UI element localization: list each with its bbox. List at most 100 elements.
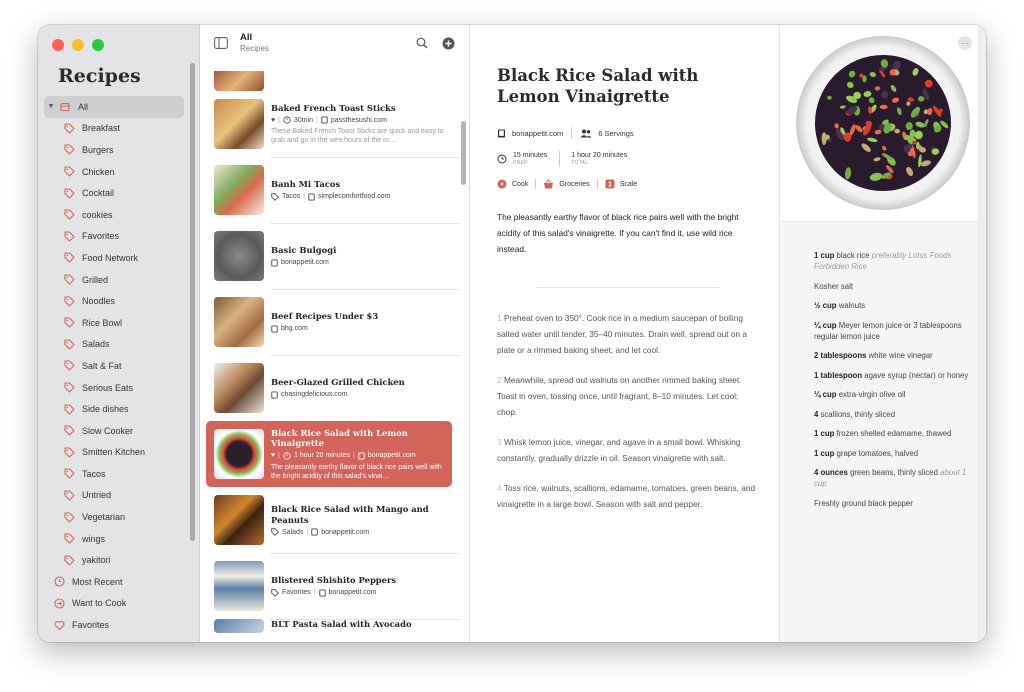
list-title: All — [240, 32, 253, 43]
sidebar-item-tag[interactable]: wings — [44, 528, 184, 550]
minimize-window-button[interactable] — [72, 39, 84, 51]
sidebar-item-tag[interactable]: Side dishes — [44, 398, 184, 420]
recipe-meta: 1 hour 20 minutes — [293, 452, 351, 459]
tag-icon — [62, 510, 76, 524]
tag-icon — [62, 359, 76, 373]
sidebar-item-tag[interactable]: Cocktail — [44, 182, 184, 204]
sidebar-item-tag[interactable]: Salads — [44, 334, 184, 356]
scale-button[interactable]: Scale — [620, 181, 638, 188]
sidebar-item-tag[interactable]: Favorites — [44, 226, 184, 248]
clock-icon — [52, 575, 66, 589]
list-item[interactable] — [200, 61, 460, 91]
recipe-meta: 30min — [293, 116, 314, 124]
recipe-meta: bonappetit.com — [281, 259, 329, 267]
ingredient-item: 1 cup black rice preferably Lotus Foods … — [814, 250, 974, 272]
sidebar-item-smart-folder[interactable]: Favorites — [44, 614, 184, 636]
tag-icon — [62, 467, 76, 481]
sidebar-item-label: Serious Eats — [82, 382, 134, 393]
ingredient-item: 4 scallions, thinly sliced — [814, 409, 974, 420]
list-item-selected[interactable]: Black Rice Salad with Lemon Vinaigrette ♥… — [206, 421, 452, 487]
sidebar-item-tag[interactable]: Salt & Fat — [44, 355, 184, 377]
ingredient-item: 1 cup frozen shelled edamame, thawed — [814, 428, 974, 439]
tag-icon — [62, 273, 76, 287]
sidebar-item-label: Side dishes — [82, 404, 129, 415]
list-item[interactable]: Blistered Shishito Peppers Favorites | bona… — [200, 553, 460, 619]
recipe-card-meta: Salads | bonappetit.com — [271, 528, 452, 536]
sidebar-title: Recipes — [58, 65, 141, 87]
list-item[interactable]: BLT Pasta Salad with Avocado — [200, 619, 460, 639]
tag-icon — [62, 208, 76, 222]
recipe-meta: Favorites — [282, 589, 311, 597]
list-item[interactable]: Beer-Glazed Grilled Chicken chasingdelici… — [200, 355, 460, 421]
sidebar-item-tag[interactable]: Vegetarian — [44, 506, 184, 528]
ingredient-quantity: 1 tablespoon — [814, 370, 863, 380]
sidebar-item-tag[interactable]: Slow Cooker — [44, 420, 184, 442]
list-item[interactable]: Banh Mi Tacos Tacos | simplecomfortfood.com — [200, 157, 460, 223]
sidebar-item-tag[interactable]: Breakfast — [44, 118, 184, 140]
add-recipe-icon[interactable] — [439, 34, 457, 52]
sidebar-item-all[interactable]: ▼ All — [44, 96, 184, 118]
list-scrollbar[interactable] — [461, 121, 466, 185]
ingredients-scrollbar[interactable] — [978, 25, 986, 642]
recipe-step: 3 Whisk lemon juice, vinegar, and agave … — [497, 434, 759, 466]
sidebar-item-smart-folder[interactable]: Want to Cook — [44, 593, 184, 615]
sidebar-item-label: cookies — [82, 209, 113, 220]
tag-icon — [62, 294, 76, 308]
list-item[interactable]: Basic Bulgogi bonappetit.com — [200, 223, 460, 289]
step-text: Toss rice, walnuts, scallions, edamame, … — [497, 483, 756, 509]
cook-button[interactable]: Cook — [512, 181, 528, 188]
tag-icon — [271, 589, 279, 597]
recipe-card-title: Basic Bulgogi — [271, 245, 337, 256]
sidebar-item-label: Favorites — [82, 231, 120, 242]
recipe-thumbnail — [214, 71, 264, 91]
sidebar-item-tag[interactable]: Smitten Kitchen — [44, 442, 184, 464]
recipe-source-link[interactable]: bonappetit.com — [512, 129, 563, 138]
book-icon — [271, 259, 278, 267]
sidebar-scrollbar[interactable] — [190, 63, 195, 541]
sidebar-item-tag[interactable]: Burgers — [44, 139, 184, 161]
search-icon[interactable] — [413, 34, 431, 52]
list-item[interactable]: Baked French Toast Sticks ♥ | 30min | passthe… — [200, 91, 460, 157]
sidebar-item-tag[interactable]: Noodles — [44, 290, 184, 312]
tray-icon — [58, 100, 72, 114]
sidebar-item-tag[interactable]: Grilled — [44, 269, 184, 291]
zoom-window-button[interactable] — [92, 39, 104, 51]
book-icon — [321, 116, 328, 124]
list-item[interactable]: Black Rice Salad with Mango and Peanuts S… — [200, 487, 460, 553]
ingredient-item: ¼ cup Meyer lemon juice or 3 tablespoons… — [814, 320, 974, 342]
sidebar-item-tag[interactable]: cookies — [44, 204, 184, 226]
sidebar-item-tag[interactable]: yakitori — [44, 549, 184, 571]
ingredient-text: Kosher salt — [814, 281, 854, 291]
favorite-heart-icon: ♥ — [271, 452, 276, 459]
recipe-servings[interactable]: 6 Servings — [598, 129, 633, 138]
sidebar-item-tag[interactable]: Untried — [44, 485, 184, 507]
recipe-card-meta: ♥ | 1 hour 20 minutes | bonappetit.com — [271, 451, 416, 460]
ingredient-quantity: 4 ounces — [814, 468, 848, 477]
sidebar-item-tag[interactable]: Tacos — [44, 463, 184, 485]
sidebar-item-tag[interactable]: Food Network — [44, 247, 184, 269]
list-item[interactable]: Beef Recipes Under $3 bhg.com — [200, 289, 460, 355]
tag-icon — [62, 381, 76, 395]
sidebar-toggle-icon[interactable] — [212, 34, 230, 52]
ingredient-quantity: 1 cup — [814, 429, 835, 438]
recipe-card-meta: Favorites | bonappetit.com — [271, 589, 452, 597]
recipe-thumbnail — [214, 619, 264, 633]
heart-icon — [52, 618, 66, 632]
sidebar-item-tag[interactable]: Rice Bowl — [44, 312, 184, 334]
recipe-step: 4 Toss rice, walnuts, scallions, edamame… — [497, 480, 759, 512]
chevron-down-icon[interactable]: ▼ — [44, 103, 58, 110]
sidebar-item-tag[interactable]: Chicken — [44, 161, 184, 183]
recipe-meta: bhg.com — [281, 325, 308, 333]
sidebar-item-label: Cocktail — [82, 188, 115, 199]
ingredient-item: ½ cup walnuts — [814, 300, 974, 311]
recipe-card-title: Black Rice Salad with Lemon Vinaigrette — [271, 427, 408, 449]
prep-label: PREP — [513, 160, 528, 166]
more-options-button[interactable]: ··· — [958, 36, 972, 50]
book-icon — [271, 391, 278, 399]
recipe-card-meta: chasingdelicious.com — [271, 391, 452, 399]
groceries-button[interactable]: Groceries — [559, 181, 589, 188]
close-window-button[interactable] — [52, 39, 64, 51]
book-icon — [311, 528, 318, 536]
sidebar-item-smart-folder[interactable]: Most Recent — [44, 571, 184, 593]
sidebar-item-tag[interactable]: Serious Eats — [44, 377, 184, 399]
